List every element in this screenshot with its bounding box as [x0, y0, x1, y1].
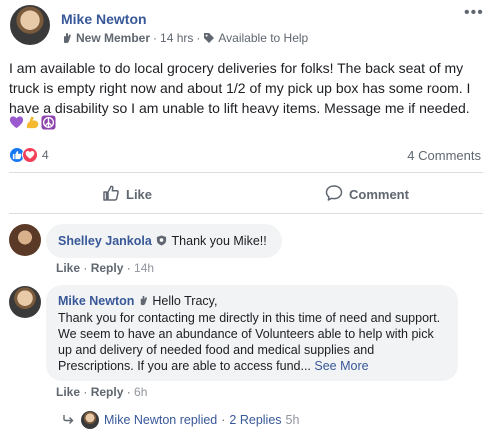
comment-actions: Like · Reply · 6h: [56, 385, 148, 399]
author-avatar[interactable]: [10, 5, 50, 45]
comment-text: Thank you Mike!!: [171, 234, 267, 248]
comments-count-link[interactable]: 4 Comments: [407, 148, 481, 163]
member-badge[interactable]: New Member: [76, 31, 150, 45]
replies-count: 2 Replies: [229, 413, 282, 427]
reply-author-avatar: [81, 411, 99, 429]
post-meta: New Member · 14 hrs · Available to Help: [61, 31, 308, 45]
comment-author-name[interactable]: Shelley Jankola: [58, 234, 152, 248]
post-emojis: [9, 115, 56, 130]
comment-like-link[interactable]: Like: [56, 261, 80, 275]
divider: [9, 172, 483, 173]
see-more-link[interactable]: See More: [314, 359, 368, 373]
comment-reply-link[interactable]: Reply: [91, 385, 124, 399]
comment-author-name[interactable]: Mike Newton: [58, 294, 134, 308]
wave-badge-icon: [138, 294, 149, 310]
replies-time: 5h: [285, 413, 300, 427]
reaction-count: 4: [42, 148, 49, 162]
comment-bubble: Shelley Jankola Thank you Mike!!: [46, 224, 282, 258]
top-fan-shield-icon: [156, 234, 167, 250]
view-replies-link[interactable]: Mike Newton replied · 2 Replies 5h: [63, 411, 299, 429]
flexed-biceps-icon: [25, 115, 40, 130]
replied-label: Mike Newton replied: [104, 413, 218, 427]
love-reaction-icon: [22, 147, 38, 163]
commenter-avatar[interactable]: [9, 224, 41, 256]
new-member-wave-icon: [61, 32, 73, 44]
reactions-summary[interactable]: 4: [9, 147, 49, 163]
peace-symbol-icon: [41, 115, 56, 130]
comment-button[interactable]: Comment: [325, 184, 409, 205]
more-options-icon[interactable]: •••: [464, 5, 484, 21]
comment-time[interactable]: 6h: [134, 385, 147, 399]
comment-text: Thank you for contacting me directly in …: [58, 311, 441, 373]
like-button[interactable]: Like: [102, 184, 152, 205]
comment-bubble: Mike Newton Hello Tracy, Thank you for c…: [46, 285, 458, 381]
comment-reply-link[interactable]: Reply: [91, 261, 124, 275]
post-header: Mike Newton ••• New Member · 14 hrs · Av…: [0, 0, 489, 52]
purple-heart-icon: [9, 115, 24, 130]
post-topic-tag[interactable]: Available to Help: [218, 31, 308, 45]
post-time[interactable]: 14 hrs: [160, 31, 193, 45]
commenter-avatar[interactable]: [9, 286, 41, 318]
like-button-label: Like: [126, 187, 153, 202]
comment-actions: Like · Reply · 14h: [56, 261, 155, 275]
comment-button-label: Comment: [349, 187, 409, 202]
divider: [9, 213, 483, 214]
comment-like-link[interactable]: Like: [56, 385, 80, 399]
reply-arrow-icon: [63, 413, 75, 427]
tag-icon: [203, 32, 215, 44]
post-body-text: I am available to do local grocery deliv…: [9, 60, 471, 116]
thumbs-up-icon: [102, 184, 126, 205]
comment-greeting: Hello Tracy,: [152, 294, 218, 308]
speech-bubble-icon: [325, 184, 349, 205]
comment-time[interactable]: 14h: [134, 261, 154, 275]
post-author-name[interactable]: Mike Newton: [61, 11, 147, 27]
